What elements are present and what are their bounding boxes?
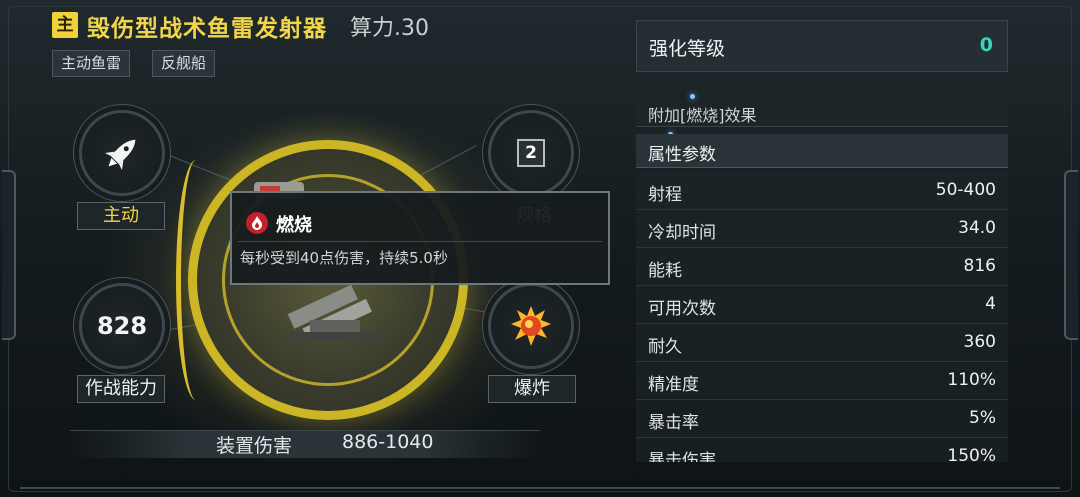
combat-power-value: 828 — [96, 312, 148, 340]
combat-power-circle[interactable]: 828 — [79, 283, 165, 369]
attr-name: 能耗 — [648, 261, 682, 281]
type-label: 主动 — [77, 202, 165, 230]
attr-row-crit-rate: 暴击率 5% — [636, 400, 1008, 438]
attr-row-energy: 能耗 816 — [636, 248, 1008, 286]
attr-value: 816 — [963, 256, 996, 276]
sparkle-dot — [690, 94, 695, 99]
damage-bar — [70, 430, 540, 458]
enhance-level-box[interactable]: 强化等级 0 — [636, 20, 1008, 72]
attr-name: 射程 — [648, 185, 682, 205]
weapon-title: 毁伤型战术鱼雷发射器 — [87, 16, 327, 42]
attr-value: 50-400 — [935, 180, 996, 200]
attr-row-crit-damage: 暴击伤害 150% — [636, 438, 1008, 462]
gold-arc — [176, 160, 216, 400]
attr-row-range: 射程 50-400 — [636, 172, 1008, 210]
attributes-list[interactable]: 射程 50-400 冷却时间 34.0 能耗 816 可用次数 4 耐久 360… — [636, 172, 1008, 462]
attr-row-cooldown: 冷却时间 34.0 — [636, 210, 1008, 248]
attr-value: 110% — [947, 370, 996, 390]
attr-row-durability: 耐久 360 — [636, 324, 1008, 362]
explosion-icon — [511, 306, 551, 346]
effect-text: 附加[燃烧]效果 — [648, 106, 757, 125]
left-bracket — [2, 170, 16, 340]
right-bracket — [1064, 170, 1078, 340]
effect-box: 附加[燃烧]效果 — [636, 100, 1008, 127]
primary-tag: 主 — [52, 12, 78, 38]
attr-value: 5% — [969, 408, 996, 428]
spec-box-icon: 2 — [517, 139, 545, 167]
chip-active-torpedo: 主动鱼雷 — [52, 50, 131, 77]
rocket-icon — [105, 139, 136, 170]
damage-value: 886-1040 — [342, 431, 434, 453]
attributes-title: 属性参数 — [648, 145, 716, 165]
fire-icon — [246, 212, 268, 234]
tooltip-title: 燃烧 — [276, 215, 312, 236]
enhance-label: 强化等级 — [649, 38, 726, 60]
attr-name: 耐久 — [648, 337, 682, 357]
attr-name: 精准度 — [648, 375, 699, 395]
attr-value: 34.0 — [958, 218, 996, 238]
attr-row-accuracy: 精准度 110% — [636, 362, 1008, 400]
burn-tooltip: 燃烧 每秒受到40点伤害，持续5.0秒 — [230, 191, 610, 285]
attr-row-uses: 可用次数 4 — [636, 286, 1008, 324]
compute-power: 算力.30 — [350, 16, 429, 41]
damage-label: 装置伤害 — [216, 435, 293, 457]
attr-value: 4 — [985, 294, 996, 314]
chip-anti-ship: 反舰船 — [152, 50, 216, 77]
torpedo-launcher-icon — [287, 284, 380, 342]
enhance-value: 0 — [979, 34, 993, 56]
combat-power-label: 作战能力 — [77, 375, 165, 403]
explosion-circle[interactable] — [488, 283, 574, 369]
bottom-edge — [20, 487, 1060, 497]
tooltip-description: 每秒受到40点伤害，持续5.0秒 — [240, 249, 448, 267]
attr-name: 暴击率 — [648, 413, 699, 433]
spec-circle[interactable]: 2 — [488, 110, 574, 196]
explosion-label: 爆炸 — [488, 375, 576, 403]
type-circle[interactable] — [79, 110, 165, 196]
attr-name: 暴击伤害 — [648, 451, 716, 462]
attr-name: 冷却时间 — [648, 223, 716, 243]
attr-name: 可用次数 — [648, 299, 716, 319]
attr-value: 360 — [963, 332, 996, 352]
attr-value: 150% — [947, 446, 996, 462]
attributes-header: 属性参数 — [636, 134, 1008, 168]
tooltip-divider — [238, 241, 602, 242]
